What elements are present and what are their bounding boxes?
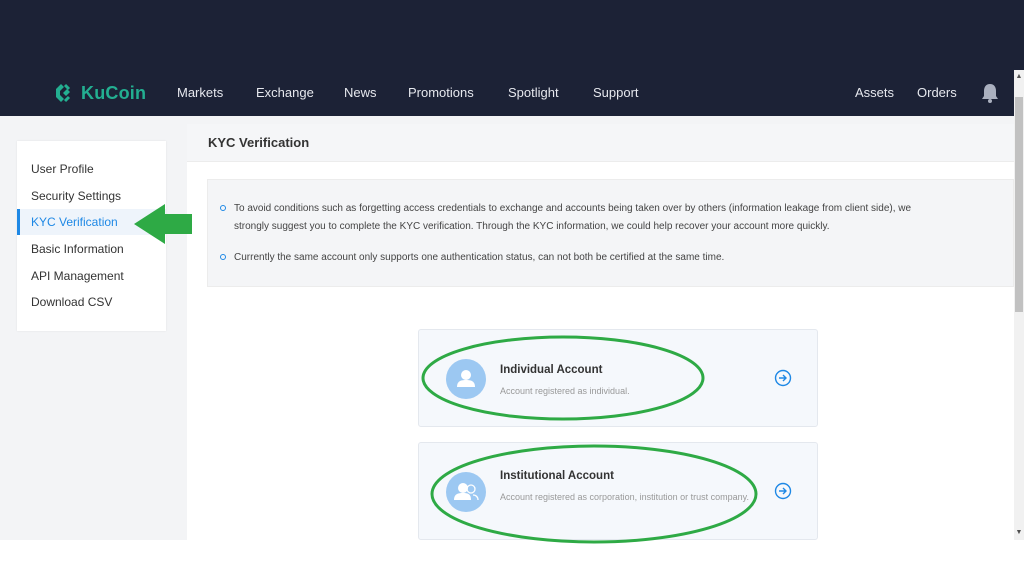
top-navbar: KuCoin Markets Exchange News Promotions …: [0, 70, 1014, 116]
notice-line: Currently the same account only supports…: [234, 252, 725, 263]
nav-orders[interactable]: Orders: [917, 85, 957, 100]
scroll-up-arrow-icon[interactable]: ▲: [1014, 70, 1024, 84]
card-description: Account registered as individual.: [500, 386, 630, 396]
notice-item-1: To avoid conditions such as forgetting a…: [220, 200, 912, 236]
arrow-right-circle-icon[interactable]: [774, 369, 792, 387]
notice-line: strongly suggest you to complete the KYC…: [234, 221, 830, 232]
sidebar-item-security-settings[interactable]: Security Settings: [17, 183, 166, 209]
nav-spotlight[interactable]: Spotlight: [508, 85, 559, 100]
logo-text: KuCoin: [81, 82, 147, 103]
sidebar-item-api-management[interactable]: API Management: [17, 263, 166, 289]
kucoin-logo[interactable]: KuCoin: [52, 81, 146, 105]
nav-exchange[interactable]: Exchange: [256, 85, 314, 100]
individual-account-card[interactable]: Individual Account Account registered as…: [418, 329, 818, 427]
nav-news[interactable]: News: [344, 85, 377, 100]
institutional-account-card[interactable]: Institutional Account Account registered…: [418, 442, 818, 540]
nav-support[interactable]: Support: [593, 85, 639, 100]
page-title: KYC Verification: [208, 135, 310, 150]
bell-icon[interactable]: [981, 83, 999, 103]
card-description: Account registered as corporation, insti…: [500, 492, 749, 502]
kucoin-logo-icon: [56, 83, 71, 103]
user-icon: [446, 359, 486, 399]
notice-item-2: Currently the same account only supports…: [220, 249, 725, 267]
users-icon: [446, 472, 486, 512]
account-sidebar: User Profile Security Settings KYC Verif…: [17, 141, 166, 331]
top-dark-band: [0, 0, 1024, 70]
sidebar-item-kyc-verification[interactable]: KYC Verification: [17, 209, 166, 235]
main-content: KYC Verification To avoid conditions suc…: [187, 124, 1014, 540]
card-title: Individual Account: [500, 364, 603, 376]
scrollbar-thumb[interactable]: [1015, 97, 1023, 312]
sidebar-item-basic-information[interactable]: Basic Information: [17, 236, 166, 262]
nav-markets[interactable]: Markets: [177, 85, 223, 100]
arrow-right-circle-icon[interactable]: [774, 482, 792, 500]
kyc-notice-box: To avoid conditions such as forgetting a…: [207, 179, 1014, 287]
card-title: Institutional Account: [500, 470, 614, 482]
notice-line: To avoid conditions such as forgetting a…: [234, 203, 912, 214]
main-header: KYC Verification: [187, 124, 1014, 162]
bullet-icon: [220, 205, 226, 211]
sidebar-item-download-csv[interactable]: Download CSV: [17, 289, 166, 315]
scroll-down-arrow-icon[interactable]: ▼: [1014, 526, 1024, 540]
nav-promotions[interactable]: Promotions: [408, 85, 474, 100]
sidebar-item-user-profile[interactable]: User Profile: [17, 156, 166, 182]
bullet-icon: [220, 254, 226, 260]
nav-assets[interactable]: Assets: [855, 85, 894, 100]
